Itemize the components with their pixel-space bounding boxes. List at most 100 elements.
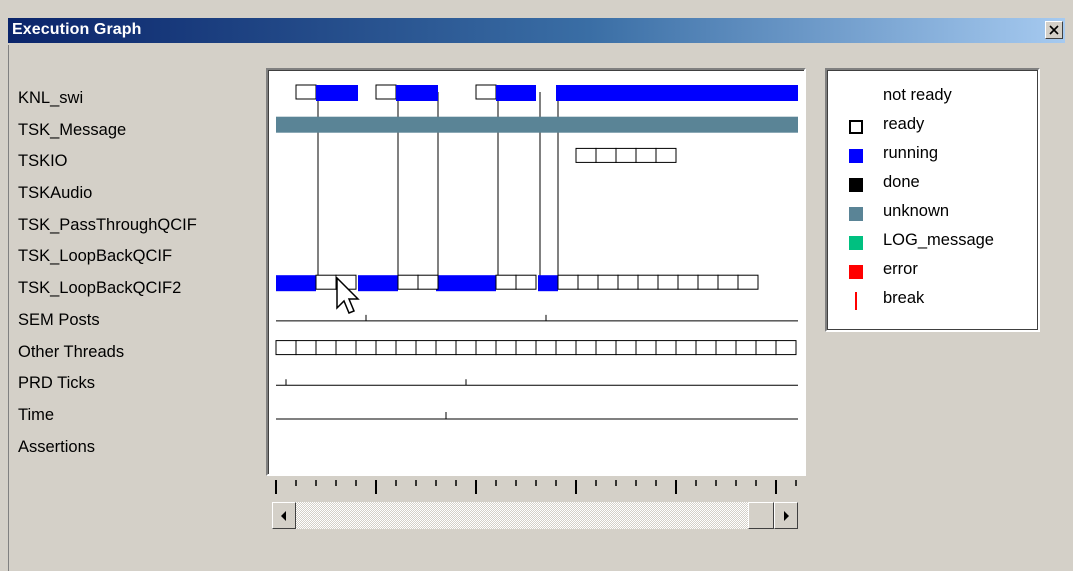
thread-label-assertions: Assertions (18, 437, 96, 456)
unknown-segment (276, 116, 798, 133)
ready-segment (555, 340, 577, 356)
scroll-thumb[interactable] (748, 502, 774, 529)
ready-segment (697, 274, 719, 290)
legend-item: break (849, 287, 1039, 315)
legend-item: LOG_message (849, 229, 1039, 257)
ready-segment (715, 340, 737, 356)
thread-label-knl-swi: KNL_swi (18, 89, 84, 107)
ready-segment (575, 147, 597, 163)
ready-segment (375, 84, 397, 100)
legend-swatch (849, 91, 863, 105)
scroll-right-button[interactable] (774, 502, 798, 529)
legend-label: running (883, 144, 939, 162)
legend-item: done (849, 171, 1039, 199)
ready-segment (675, 340, 697, 356)
thread-label-tskio: TSKIO (18, 152, 68, 171)
legend-label: unknown (883, 202, 950, 220)
execution-graph-canvas[interactable] (266, 68, 806, 476)
ready-segment (295, 84, 317, 100)
ready-segment (597, 274, 619, 290)
ready-segment (655, 340, 677, 356)
ready-segment (335, 340, 357, 356)
ready-segment (275, 340, 297, 356)
legend-swatch (849, 120, 863, 134)
ready-segment (657, 274, 679, 290)
ready-segment (735, 340, 757, 356)
ready-segment (495, 340, 517, 356)
mouse-pointer-icon (336, 277, 360, 314)
legend-swatch (849, 178, 863, 192)
thread-label-tsk-loopbackqcif: TSK_LoopBackQCIF (18, 247, 173, 266)
running-segment (316, 85, 358, 101)
ready-segment (535, 340, 557, 356)
ready-segment (315, 274, 337, 290)
ready-segment (355, 340, 377, 356)
running-segment (276, 275, 316, 292)
horizontal-scrollbar[interactable] (272, 502, 798, 529)
title-bar[interactable]: Execution Graph (8, 18, 1065, 43)
ready-segment (615, 147, 637, 163)
running-segment (496, 85, 536, 101)
thread-label-time: Time (18, 405, 55, 424)
thread-label-sem-posts: SEM Posts (18, 310, 100, 329)
ready-segment (637, 274, 659, 290)
ready-segment (737, 274, 759, 290)
running-segment (436, 275, 496, 292)
ready-segment (475, 340, 497, 356)
ready-segment (755, 340, 777, 356)
legend-item: ready (849, 113, 1039, 141)
ready-segment (577, 274, 599, 290)
ready-segment (475, 84, 497, 100)
legend-item: not ready (849, 84, 1039, 112)
close-button[interactable] (1045, 21, 1063, 39)
left-arrow-icon (281, 511, 286, 521)
legend-swatch (849, 207, 863, 221)
close-icon (1049, 25, 1059, 35)
execution-graph-plot (275, 84, 798, 420)
legend-item: unknown (849, 200, 1039, 228)
running-segment (538, 275, 558, 292)
ready-segment (295, 340, 317, 356)
ready-segment (677, 274, 699, 290)
ready-segment (375, 340, 397, 356)
thread-label-other-threads: Other Threads (18, 342, 125, 361)
ready-segment (695, 340, 717, 356)
legend-label: error (883, 260, 918, 278)
legend-item: error (849, 258, 1039, 286)
legend-label: done (883, 173, 920, 191)
thread-label-tsk-loopbackqcif2: TSK_LoopBackQCIF2 (18, 279, 182, 298)
time-ruler (275, 480, 797, 494)
thread-label-tsk-passthroughqcif: TSK_PassThroughQCIF (18, 215, 197, 234)
ready-segment (595, 340, 617, 356)
legend-label: LOG_message (883, 231, 994, 249)
ready-segment (435, 340, 457, 356)
ready-segment (397, 274, 419, 290)
right-arrow-icon (784, 511, 789, 521)
ready-segment (515, 274, 537, 290)
ready-segment (515, 340, 537, 356)
scroll-left-button[interactable] (272, 502, 296, 529)
ready-segment (595, 147, 617, 163)
ready-segment (557, 274, 579, 290)
legend-label: not ready (883, 86, 952, 104)
ready-segment (415, 340, 437, 356)
thread-label-prd-ticks: PRD Ticks (18, 374, 96, 393)
ready-segment (617, 274, 639, 290)
running-segment (358, 275, 398, 292)
running-segment (556, 85, 798, 101)
ready-segment (495, 274, 517, 290)
legend-swatch (849, 236, 863, 250)
ready-segment (775, 340, 797, 356)
ready-segment (635, 147, 657, 163)
window-title: Execution Graph (12, 21, 142, 38)
ready-segment (655, 147, 677, 163)
ready-segment (615, 340, 637, 356)
execution-graph-window: Execution Graph KNL_swi TSK_Message TSKI… (0, 0, 1073, 571)
legend-label: break (883, 289, 925, 307)
legend-swatch (849, 149, 863, 163)
thread-label-tskaudio: TSKAudio (18, 184, 93, 203)
ready-segment (575, 340, 597, 356)
thread-label-list: KNL_swi TSK_Message TSKIO TSKAudio TSK_P… (18, 84, 258, 464)
ready-segment (395, 340, 417, 356)
legend-swatch (849, 265, 863, 279)
